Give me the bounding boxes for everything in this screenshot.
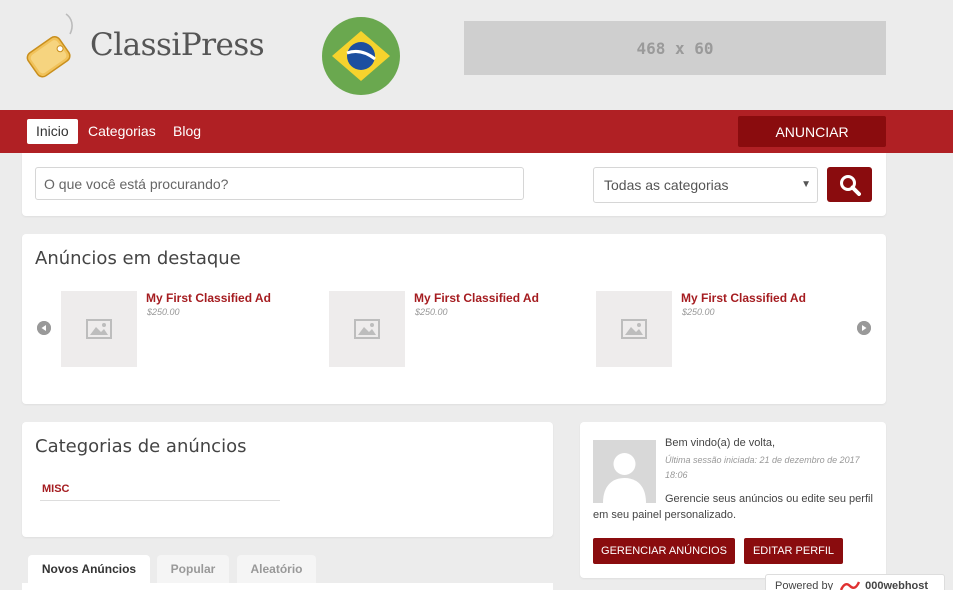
categories-title: Categorias de anúncios — [35, 436, 247, 457]
price-tag-icon — [26, 13, 73, 78]
edit-profile-button[interactable]: EDITAR PERFIL — [744, 538, 843, 564]
welcome-panel: Bem vindo(a) de volta, Última sessão ini… — [580, 422, 886, 578]
powered-by-badge[interactable]: Powered by 000webhost — [765, 574, 945, 590]
image-placeholder-icon — [86, 319, 112, 339]
main-navbar: Inicio Categorias Blog ANUNCIAR — [0, 110, 953, 153]
search-panel: Todas as categorias ▼ — [22, 153, 886, 216]
nav-item-blog[interactable]: Blog — [164, 119, 210, 144]
site-header: ClassiPress 468 x 60 — [0, 0, 953, 110]
search-input[interactable] — [35, 167, 524, 200]
featured-item[interactable]: My First Classified Ad $250.00 — [329, 291, 569, 371]
category-link-misc[interactable]: MISC — [42, 483, 70, 495]
ad-title-link[interactable]: My First Classified Ad — [681, 291, 806, 305]
powered-by-label: Powered by — [775, 580, 834, 590]
dropdown-arrow-icon: ▼ — [801, 179, 811, 190]
ad-thumbnail[interactable] — [329, 291, 405, 367]
welcome-greeting: Bem vindo(a) de volta, — [665, 437, 776, 449]
nav-item-inicio[interactable]: Inicio — [27, 119, 78, 144]
divider — [40, 500, 280, 501]
ad-thumbnail[interactable] — [596, 291, 672, 367]
manage-ads-button[interactable]: GERENCIAR ANÚNCIOS — [593, 538, 735, 564]
featured-item[interactable]: My First Classified Ad $250.00 — [596, 291, 836, 371]
ad-banner[interactable]: 468 x 60 — [464, 21, 886, 75]
tab-content — [22, 583, 553, 590]
ad-title-link[interactable]: My First Classified Ad — [146, 291, 271, 305]
powered-by-brand: 000webhost — [865, 580, 929, 590]
search-icon — [839, 174, 861, 196]
image-placeholder-icon — [621, 319, 647, 339]
ad-title-link[interactable]: My First Classified Ad — [414, 291, 539, 305]
ad-price: $250.00 — [147, 307, 180, 317]
brazil-flag-icon[interactable] — [322, 17, 400, 95]
site-logo[interactable]: ClassiPress — [20, 12, 265, 84]
featured-ads-panel: Anúncios em destaque My First Classified… — [22, 234, 886, 404]
post-ad-button[interactable]: ANUNCIAR — [738, 116, 886, 147]
featured-title: Anúncios em destaque — [35, 248, 241, 269]
manage-description: Gerencie seus anúncios ou edite seu perf… — [593, 493, 873, 521]
webhost-logo-icon — [839, 581, 861, 590]
last-login-text: Última sessão iniciada: 21 de dezembro d… — [665, 455, 860, 480]
category-select[interactable]: Todas as categorias ▼ — [593, 167, 818, 203]
image-placeholder-icon — [354, 319, 380, 339]
nav-item-categorias[interactable]: Categorias — [79, 119, 165, 144]
search-button[interactable] — [827, 167, 872, 202]
ad-price: $250.00 — [682, 307, 715, 317]
carousel-prev-icon[interactable] — [37, 321, 51, 335]
logo-text: ClassiPress — [90, 27, 265, 63]
featured-item[interactable]: My First Classified Ad $250.00 — [61, 291, 301, 371]
categories-panel: Categorias de anúncios MISC — [22, 422, 553, 537]
ad-thumbnail[interactable] — [61, 291, 137, 367]
ad-price: $250.00 — [415, 307, 448, 317]
carousel-next-icon[interactable] — [857, 321, 871, 335]
category-select-value: Todas as categorias — [604, 177, 729, 193]
